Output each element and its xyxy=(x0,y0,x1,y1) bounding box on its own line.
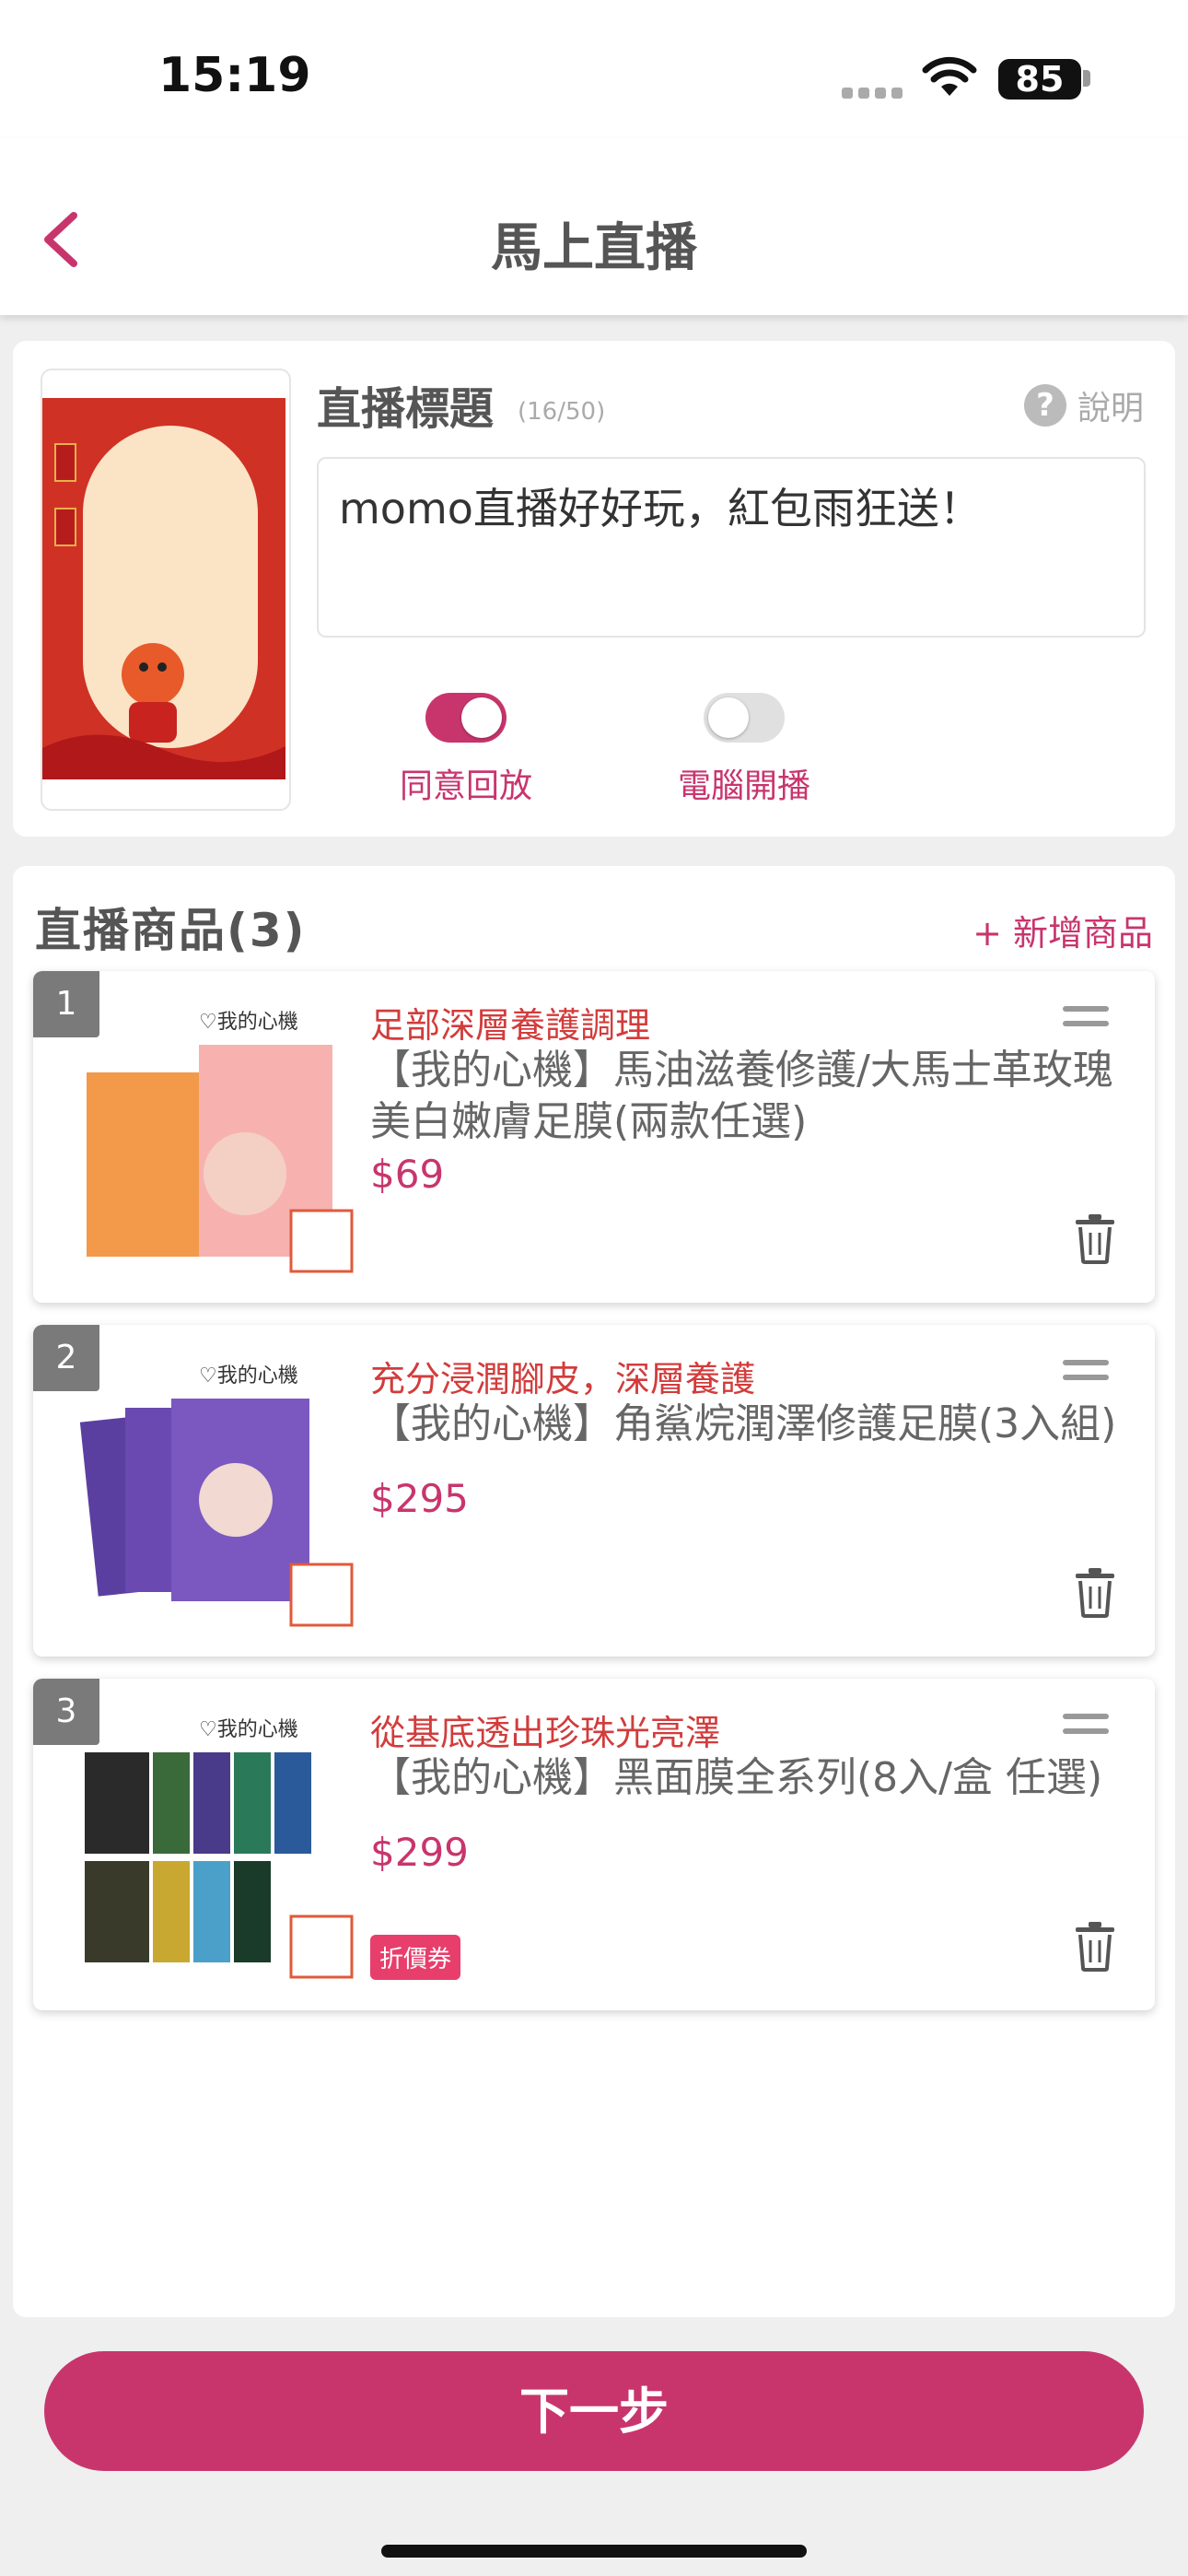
home-indicator xyxy=(381,2545,807,2558)
next-step-button[interactable]: 下一步 xyxy=(44,2351,1144,2471)
product-name: 【我的心機】黑面膜全系列(8入/盒 任選) xyxy=(370,1754,1103,1801)
product-item[interactable]: ♡我的心機 3 從基底透出珍珠光亮澤 【我的心機】黑面膜全系列(8入/盒 任選)… xyxy=(33,1679,1155,2010)
product-image: ♡我的心機 xyxy=(79,999,355,1275)
replay-toggle-label: 同意回放 xyxy=(399,767,532,805)
product-tag: 充分浸潤腳皮，深層養護 xyxy=(370,1359,756,1399)
drag-handle-icon[interactable] xyxy=(1063,1714,1109,1743)
product-price: $69 xyxy=(370,1152,445,1197)
pc-stream-toggle-group[interactable]: 電腦開播 xyxy=(624,693,864,807)
product-index: 2 xyxy=(33,1325,99,1391)
products-header: 直播商品(3) xyxy=(35,904,307,957)
live-products-card: 直播商品(3) + 新增商品 ♡我的心機 1 足部深層養護調理 【我的心機】馬油… xyxy=(13,866,1175,2317)
coupon-badge: 折價券 xyxy=(370,1935,461,1980)
product-item[interactable]: ♡我的心機 1 足部深層養護調理 【我的心機】馬油滋養修護/大馬士革玫瑰美白嫩膚… xyxy=(33,971,1155,1303)
cover-image[interactable] xyxy=(41,369,291,811)
trash-icon[interactable] xyxy=(1072,1920,1118,1972)
trash-icon[interactable] xyxy=(1072,1212,1118,1264)
cellular-signal-icon xyxy=(842,85,908,102)
live-title-count: (16/50) xyxy=(518,398,606,426)
svg-text:♡我的心機: ♡我的心機 xyxy=(199,1364,298,1388)
live-info-card: 直播標題 (16/50) ? 說明 momo直播好好玩，紅包雨狂送！ 同意回放 … xyxy=(13,341,1175,837)
help-label: 說明 xyxy=(1077,390,1145,427)
page-title: 馬上直播 xyxy=(491,218,697,278)
help-button[interactable]: ? 說明 xyxy=(1024,381,1144,429)
battery-tip xyxy=(1083,70,1090,87)
pc-stream-toggle[interactable] xyxy=(704,693,785,743)
product-item[interactable]: ♡我的心機 2 充分浸潤腳皮，深層養護 【我的心機】角鯊烷潤澤修護足膜(3入組)… xyxy=(33,1325,1155,1657)
product-image: ♡我的心機 xyxy=(79,1352,355,1629)
replay-toggle[interactable] xyxy=(425,693,507,743)
live-title-label: 直播標題 xyxy=(317,383,495,435)
battery-icon: 85 xyxy=(998,59,1081,100)
product-price: $299 xyxy=(370,1830,469,1875)
replay-toggle-group[interactable]: 同意回放 xyxy=(346,693,586,807)
product-tag: 從基底透出珍珠光亮澤 xyxy=(370,1713,721,1753)
status-time: 15:19 xyxy=(158,48,311,103)
status-bar: 15:19 85 xyxy=(0,0,1188,138)
pc-stream-toggle-label: 電腦開播 xyxy=(677,767,810,805)
product-index: 3 xyxy=(33,1679,99,1745)
product-image: ♡我的心機 xyxy=(79,1706,355,1983)
add-product-button[interactable]: + 新增商品 xyxy=(973,905,1153,955)
product-price: $295 xyxy=(370,1476,469,1521)
product-tag: 足部深層養護調理 xyxy=(370,1005,651,1046)
product-name: 【我的心機】馬油滋養修護/大馬士革玫瑰美白嫩膚足膜(兩款任選) xyxy=(370,1047,1113,1145)
question-icon: ? xyxy=(1024,384,1066,427)
drag-handle-icon[interactable] xyxy=(1063,1360,1109,1389)
live-title-input[interactable]: momo直播好好玩，紅包雨狂送！ xyxy=(317,457,1146,638)
svg-text:♡我的心機: ♡我的心機 xyxy=(199,1011,298,1034)
toggle-knob xyxy=(708,697,749,738)
trash-icon[interactable] xyxy=(1072,1566,1118,1618)
wifi-icon xyxy=(922,56,977,96)
product-name: 【我的心機】角鯊烷潤澤修護足膜(3入組) xyxy=(370,1400,1117,1447)
drag-handle-icon[interactable] xyxy=(1063,1006,1109,1036)
nav-bar: 馬上直播 xyxy=(0,138,1188,315)
toggle-knob xyxy=(461,697,502,738)
product-index: 1 xyxy=(33,971,99,1037)
cover-illustration xyxy=(42,398,285,779)
svg-text:♡我的心機: ♡我的心機 xyxy=(199,1718,298,1741)
